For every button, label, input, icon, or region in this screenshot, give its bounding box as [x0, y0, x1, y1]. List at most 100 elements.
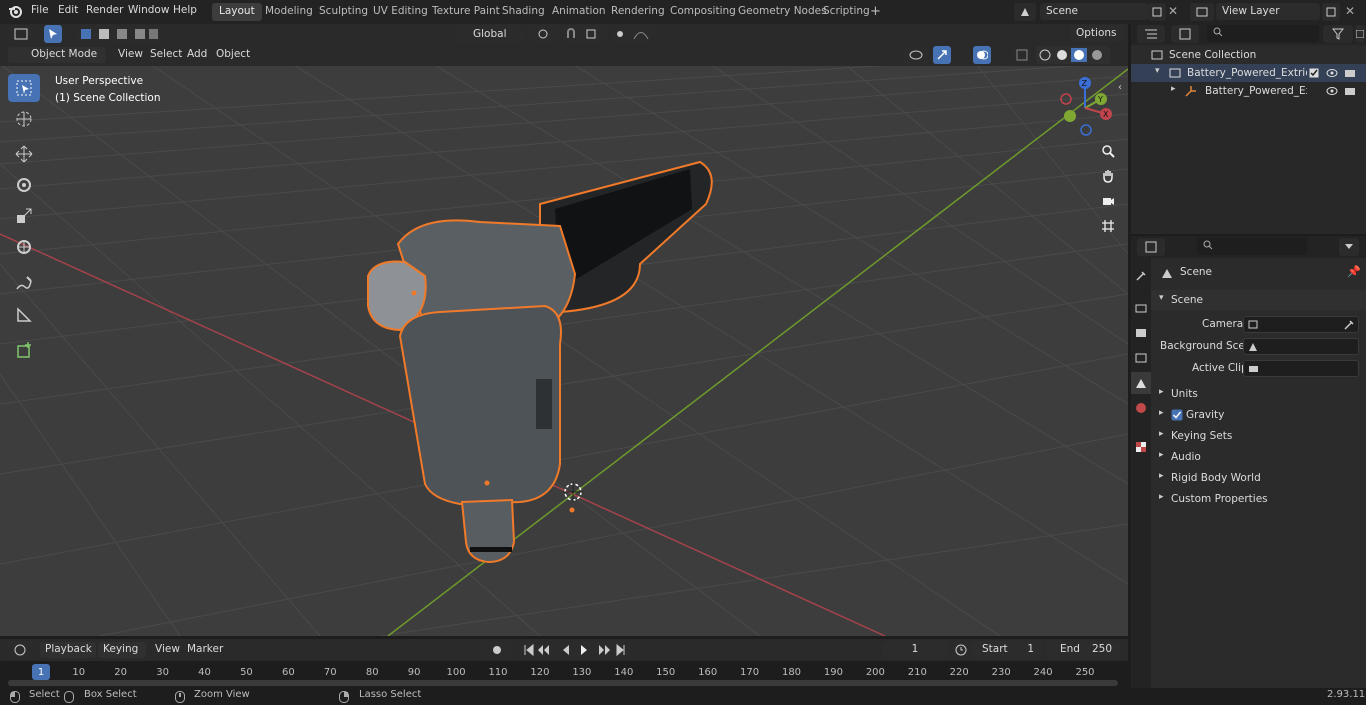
tool-scale[interactable] [8, 202, 40, 230]
selection-mode-icons[interactable] [76, 25, 162, 43]
properties-search-input[interactable] [1197, 238, 1307, 255]
tool-tab-icon[interactable] [1135, 270, 1147, 282]
transform-orientation-dropdown[interactable]: Global [455, 25, 525, 43]
tool-transform[interactable] [8, 233, 40, 261]
menu-help[interactable]: Help [173, 4, 197, 16]
tab-scripting[interactable]: Scripting [816, 3, 877, 21]
section-custom-properties[interactable]: ▸ Custom Properties [1151, 489, 1366, 509]
tool-cursor[interactable] [8, 105, 40, 133]
navigation-gizmo[interactable]: Z Y X [1055, 74, 1117, 138]
tool-rotate[interactable] [8, 171, 40, 199]
menu-object[interactable]: Object [211, 47, 255, 63]
delete-view-layer-icon[interactable]: ✕ [1345, 4, 1355, 18]
section-keying-sets[interactable]: ▸ Keying Sets [1151, 426, 1366, 446]
proportional-editing-icon[interactable] [612, 25, 656, 43]
new-collection-icon[interactable] [1355, 25, 1365, 43]
tab-shading[interactable]: Shading [495, 3, 552, 21]
scene-tab[interactable] [1131, 372, 1151, 394]
tool-move[interactable] [8, 140, 40, 168]
blender-logo-icon[interactable] [8, 4, 22, 21]
tab-layout[interactable]: Layout [212, 3, 262, 21]
menu-window[interactable]: Window [128, 4, 169, 16]
menu-view[interactable]: View [113, 47, 148, 63]
scene-selector-icon[interactable] [1014, 3, 1036, 21]
timeline-view-menu[interactable]: View [150, 642, 185, 658]
start-frame-field[interactable]: Start 1 [972, 641, 1042, 658]
outliner-search-input[interactable] [1207, 25, 1319, 42]
render-tab-icon[interactable] [1135, 302, 1147, 314]
playback-menu[interactable]: Playback [40, 642, 96, 658]
new-scene-icon[interactable] [1148, 3, 1166, 21]
new-view-layer-icon[interactable] [1322, 3, 1340, 21]
ortho-grid-icon[interactable] [1097, 215, 1119, 237]
overlays-toggle-icon[interactable] [973, 46, 991, 64]
keying-menu[interactable]: Keying [98, 642, 146, 658]
tab-animation[interactable]: Animation [545, 3, 613, 21]
outliner-row-object[interactable]: ▸ Battery_Powered_Extrica [1131, 82, 1366, 100]
section-gravity[interactable]: ▸ Gravity [1151, 405, 1366, 425]
sidebar-toggle-icon[interactable]: ‹ [1118, 82, 1122, 93]
snap-icon[interactable] [562, 25, 608, 43]
marker-menu[interactable]: Marker [182, 642, 228, 658]
shading-mode-icons[interactable] [1036, 46, 1110, 64]
delete-scene-icon[interactable]: ✕ [1168, 4, 1178, 18]
timeline-tick-label: 100 [446, 667, 466, 678]
options-dropdown[interactable]: Options [1070, 25, 1124, 42]
texture-tab-icon[interactable] [1135, 441, 1147, 453]
section-audio[interactable]: ▸ Audio [1151, 447, 1366, 467]
outliner-row-root[interactable]: Scene Collection [1131, 46, 1366, 64]
world-tab-icon[interactable] [1135, 402, 1147, 414]
scene-panel-header[interactable]: ▾ Scene [1151, 290, 1366, 310]
timeline-area[interactable]: 1 10 20 30 40 50 60 70 80 90 100 110 120 130 140 150 160… [0, 661, 1128, 688]
mode-dropdown[interactable]: Object Mode [8, 47, 106, 63]
pivot-point-icon[interactable] [530, 25, 558, 43]
scene-name-field[interactable]: Scene [1040, 3, 1148, 20]
tool-select-box[interactable] [8, 74, 40, 102]
xray-toggle-icon[interactable] [1013, 46, 1031, 64]
menu-render[interactable]: Render [86, 4, 123, 16]
tab-modeling[interactable]: Modeling [258, 3, 320, 21]
frame-rate-clock-icon[interactable] [952, 641, 970, 659]
section-units[interactable]: ▸ Units [1151, 384, 1366, 404]
timeline-scrollbar[interactable] [8, 680, 1118, 686]
properties-editor-icon[interactable] [1137, 238, 1165, 256]
tab-rendering[interactable]: Rendering [604, 3, 672, 21]
playback-controls[interactable] [520, 641, 630, 659]
active-clip-field[interactable] [1243, 360, 1359, 377]
background-scene-field[interactable] [1243, 338, 1359, 355]
menu-add[interactable]: Add [182, 47, 212, 63]
current-frame-field[interactable]: 1 [882, 641, 948, 658]
view-layer-icon[interactable] [1190, 3, 1214, 21]
editor-type-icon[interactable] [8, 25, 34, 43]
end-frame-field[interactable]: End 250 [1046, 641, 1120, 658]
display-mode-icon[interactable] [1171, 25, 1199, 43]
record-icon[interactable] [480, 641, 514, 659]
tool-annotate[interactable] [8, 270, 40, 298]
gizmo-toggle-icon[interactable] [933, 46, 951, 64]
add-workspace-icon[interactable]: + [870, 4, 881, 19]
pan-hand-icon[interactable] [1097, 165, 1119, 187]
outliner-row-collection[interactable]: ▾ Battery_Powered_Extrication_ [1131, 64, 1366, 82]
3d-viewport[interactable]: Object Mode View Select Add Object User … [0, 44, 1128, 636]
visibility-filter-icon[interactable] [903, 46, 929, 64]
expand-arrow-icon[interactable]: ▸ [1171, 84, 1176, 94]
menu-file[interactable]: File [31, 4, 49, 16]
expand-arrow-icon[interactable]: ▾ [1155, 66, 1160, 76]
select-tool-icon[interactable] [44, 25, 62, 43]
zoom-icon[interactable] [1097, 140, 1119, 162]
outliner-editor-icon[interactable] [1137, 25, 1165, 43]
properties-options-icon[interactable] [1339, 238, 1359, 256]
camera-field[interactable] [1243, 316, 1359, 333]
gravity-checkbox[interactable] [1171, 409, 1183, 421]
filter-icon[interactable] [1323, 25, 1353, 43]
menu-edit[interactable]: Edit [58, 4, 78, 16]
camera-view-icon[interactable] [1097, 190, 1119, 212]
view-layer-field[interactable]: View Layer [1216, 3, 1320, 20]
view-layer-tab-icon[interactable] [1135, 352, 1147, 364]
section-rigid-body-world[interactable]: ▸ Rigid Body World [1151, 468, 1366, 488]
output-tab-icon[interactable] [1135, 327, 1147, 339]
timeline-editor-icon[interactable] [6, 641, 34, 659]
tool-measure[interactable] [8, 301, 40, 329]
tool-add-cube[interactable] [8, 336, 40, 364]
pin-icon[interactable]: 📌 [1347, 265, 1361, 278]
